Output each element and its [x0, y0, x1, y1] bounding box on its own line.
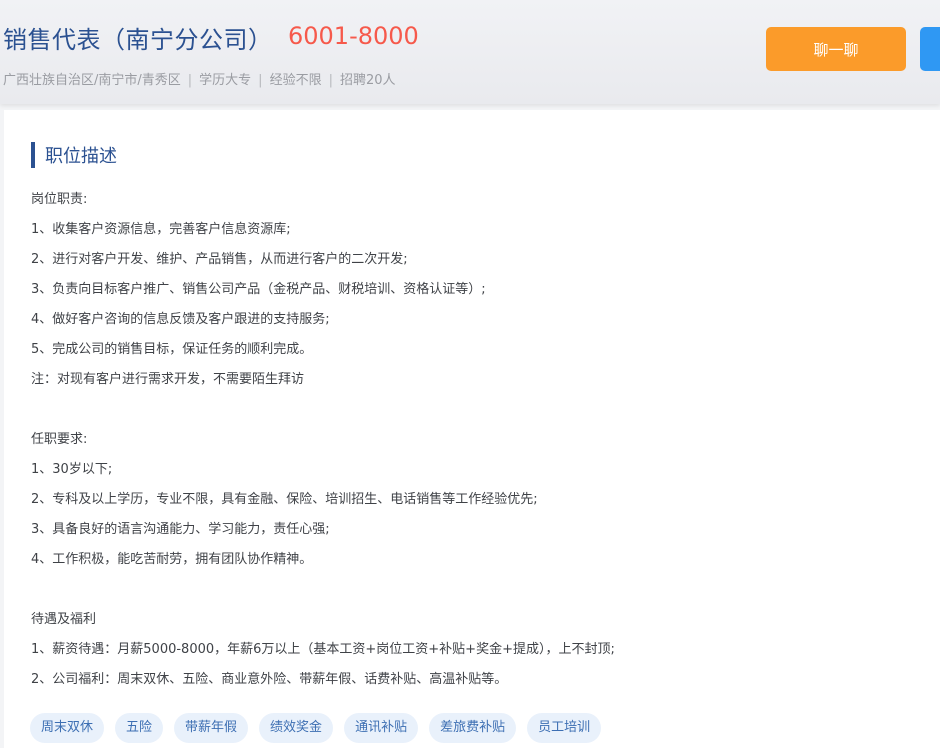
- apply-button[interactable]: [920, 27, 940, 71]
- description-line: 待遇及福利: [31, 612, 97, 627]
- salary-range: 6001-8000: [288, 22, 419, 50]
- job-headcount: 招聘20人: [339, 73, 396, 88]
- meta-separator: |: [258, 73, 263, 88]
- benefit-tag: 带薪年假: [174, 713, 249, 743]
- description-line: 2、进行对客户开发、维护、产品销售，从而进行客户的二次开发;: [31, 252, 408, 267]
- section-accent-bar: [31, 142, 35, 168]
- description-line: 岗位职责:: [31, 192, 88, 207]
- job-experience: 经验不限: [269, 73, 322, 88]
- job-meta: 广西壮族自治区/南宁市/青秀区 | 学历大专 | 经验不限 | 招聘20人: [3, 69, 396, 88]
- benefit-tag: 差旅费补贴: [429, 713, 517, 743]
- meta-separator: |: [328, 73, 333, 88]
- benefit-tag: 员工培训: [527, 713, 602, 743]
- description-line: 1、收集客户资源信息，完善客户信息资源库;: [31, 222, 291, 237]
- description-line: 4、工作积极，能吃苦耐劳，拥有团队协作精神。: [31, 552, 313, 567]
- description-line: 5、完成公司的销售目标，保证任务的顺利完成。: [31, 342, 313, 357]
- section-title: 职位描述: [45, 146, 117, 167]
- job-header: 销售代表（南宁分公司） 6001-8000 广西壮族自治区/南宁市/青秀区 | 学历…: [0, 0, 940, 104]
- benefit-tag: 五险: [115, 713, 164, 743]
- description-line: 任职要求:: [31, 432, 88, 447]
- description-line: 3、负责向目标客户推广、销售公司产品（金税产品、财税培训、资格认证等）;: [31, 282, 486, 297]
- benefit-tag: 通讯补贴: [344, 713, 419, 743]
- description-line: 注：对现有客户进行需求开发，不需要陌生拜访: [31, 372, 305, 387]
- job-title: 销售代表（南宁分公司）: [3, 26, 273, 54]
- section-heading: 职位描述: [31, 142, 117, 168]
- description-line: 1、薪资待遇：月薪5000-8000，年薪6万以上（基本工资+岗位工资+补贴+奖…: [31, 642, 615, 657]
- meta-separator: |: [187, 73, 193, 88]
- job-detail-page: 销售代表（南宁分公司） 6001-8000 广西壮族自治区/南宁市/青秀区 | 学历…: [0, 0, 940, 748]
- job-description: 岗位职责: 1、收集客户资源信息，完善客户信息资源库; 2、进行对客户开发、维护…: [31, 185, 911, 695]
- description-line: 3、具备良好的语言沟通能力、学习能力，责任心强;: [31, 522, 330, 537]
- description-line: 2、公司福利：周末双休、五险、商业意外险、带薪年假、话费补贴、高温补贴等。: [31, 672, 508, 687]
- chat-button[interactable]: 聊一聊: [766, 27, 906, 71]
- description-line: 1、30岁以下;: [31, 462, 113, 477]
- job-description-panel: 职位描述 岗位职责: 1、收集客户资源信息，完善客户信息资源库; 2、进行对客户…: [4, 110, 940, 748]
- description-line: 4、做好客户咨询的信息反馈及客户跟进的支持服务;: [31, 312, 330, 327]
- benefit-tag: 周末双休: [30, 713, 105, 743]
- benefit-tags: 周末双休 五险 带薪年假 绩效奖金 通讯补贴 差旅费补贴 员工培训: [30, 713, 602, 743]
- benefit-tag: 绩效奖金: [259, 713, 334, 743]
- job-education: 学历大专: [199, 73, 252, 88]
- job-location: 广西壮族自治区/南宁市/青秀区: [3, 73, 181, 88]
- description-line: 2、专科及以上学历，专业不限，具有金融、保险、培训招生、电话销售等工作经验优先;: [31, 492, 538, 507]
